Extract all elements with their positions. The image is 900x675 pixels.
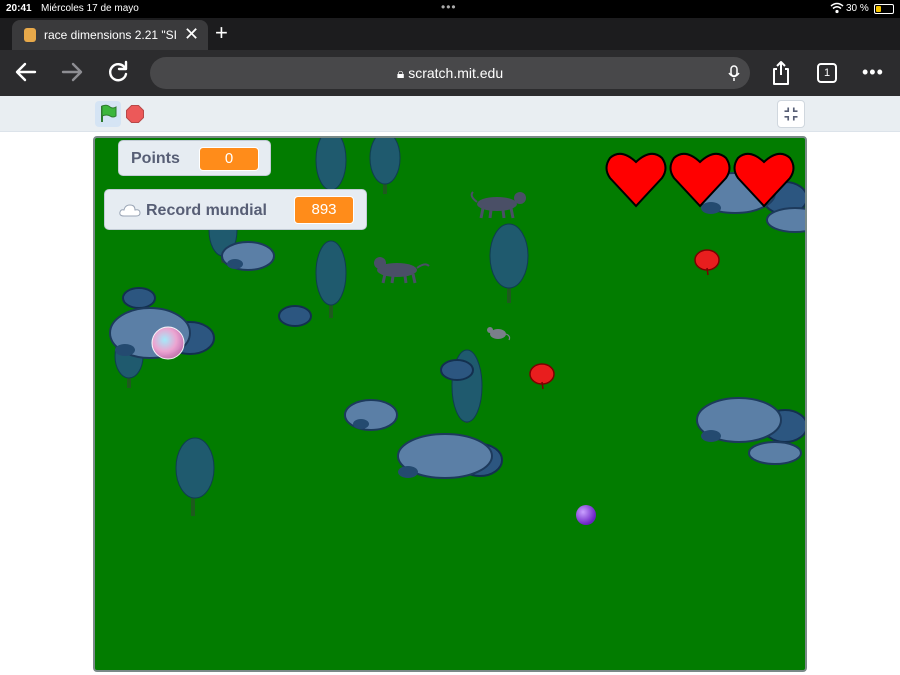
status-bar: 20:41 Miércoles 17 de mayo ••• 30 %: [0, 0, 900, 18]
close-tab-icon[interactable]: ✕: [184, 25, 199, 43]
more-options-icon[interactable]: •••: [862, 62, 884, 83]
points-value: 0: [199, 147, 259, 171]
status-date: Miércoles 17 de mayo: [41, 3, 139, 14]
mouse-creature: [487, 327, 511, 341]
points-label: Points: [131, 150, 180, 167]
world-record-monitor[interactable]: Record mundial 893: [104, 189, 367, 230]
heart-icon: [605, 152, 667, 208]
tree: [489, 223, 529, 303]
battery-percentage: 30 %: [846, 3, 869, 14]
battery-icon: [874, 4, 894, 14]
rock: [696, 397, 805, 465]
rock: [278, 305, 312, 327]
scratch-controls-bar: [0, 96, 900, 132]
forward-arrow-icon[interactable]: [59, 59, 85, 85]
lives-hearts: [605, 152, 795, 208]
apple-pickup: [694, 249, 720, 276]
multitasking-dots-icon[interactable]: •••: [441, 0, 457, 14]
heart-icon: [669, 152, 731, 208]
reload-icon[interactable]: [105, 59, 131, 85]
purple-orb: [576, 505, 596, 525]
url-text: 🔒︎ scratch.mit.edu: [396, 65, 504, 81]
apple-pickup: [529, 363, 555, 390]
tree: [175, 437, 215, 516]
rock: [221, 241, 275, 271]
wifi-icon: [830, 2, 844, 14]
scratch-favicon-icon: [24, 28, 36, 42]
app-root: 20:41 Miércoles 17 de mayo ••• 30 % race…: [0, 0, 900, 675]
rock: [122, 287, 156, 309]
panther-enemy: [470, 191, 526, 219]
browser-toolbar: 🔒︎ scratch.mit.edu 1 •••: [0, 50, 900, 96]
battery-level-fill: [876, 6, 882, 12]
game-stage[interactable]: Points 0 Record mundial 893: [93, 136, 807, 672]
points-monitor[interactable]: Points 0: [118, 140, 271, 176]
green-flag-button[interactable]: [95, 101, 121, 127]
heart-icon: [733, 152, 795, 208]
rock: [344, 399, 398, 431]
world-record-label: Record mundial: [146, 202, 267, 219]
rock: [397, 433, 503, 479]
cloud-icon: [119, 204, 141, 217]
stop-button-icon[interactable]: [126, 105, 144, 123]
address-bar[interactable]: 🔒︎ scratch.mit.edu: [150, 57, 750, 89]
green-flag-icon: [101, 104, 117, 122]
world-record-value: 893: [294, 196, 354, 224]
lock-icon: 🔒︎: [396, 65, 405, 81]
player-bubble: [151, 326, 185, 360]
tree: [369, 138, 401, 194]
microphone-icon[interactable]: [728, 65, 740, 82]
status-time: 20:41: [6, 3, 32, 14]
share-icon[interactable]: [771, 60, 791, 86]
exit-fullscreen-button[interactable]: [777, 100, 805, 128]
tab-title: race dimensions 2.21 "SI: [44, 28, 177, 42]
back-arrow-icon[interactable]: [13, 59, 39, 85]
panther-enemy: [374, 257, 430, 284]
shrink-icon: [784, 107, 798, 121]
tree: [315, 240, 347, 318]
browser-tab[interactable]: race dimensions 2.21 "SI ✕: [12, 20, 208, 50]
tab-bar: race dimensions 2.21 "SI ✕ +: [0, 18, 900, 50]
tree: [315, 138, 347, 191]
new-tab-icon[interactable]: +: [215, 22, 228, 44]
tab-switcher-button[interactable]: 1: [817, 63, 837, 83]
rock: [440, 359, 474, 381]
